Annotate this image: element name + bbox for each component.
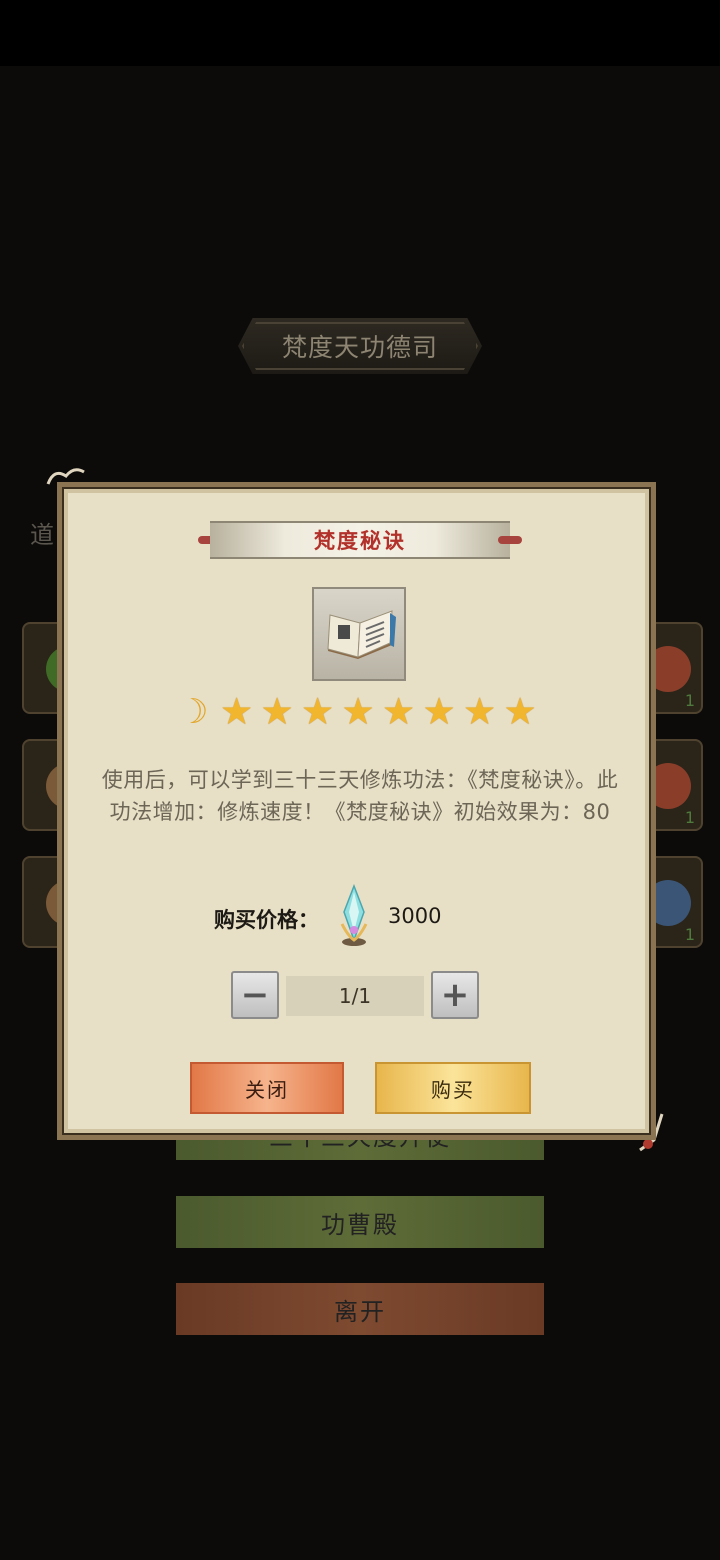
item-name: 梵度秘诀 [314, 529, 406, 553]
item-description: 使用后，可以学到三十三天修炼功法：《梵度秘诀》。此功法增加：修炼速度！《梵度秘诀… [101, 768, 619, 824]
item-icon-frame [312, 587, 406, 681]
crystal-gem-icon [334, 883, 374, 948]
item-rating: ☽ ★ ★ ★ ★ ★ ★ ★ ★ [176, 692, 546, 732]
item-count: 1 [684, 808, 695, 827]
merit-hall-button[interactable]: 功曹殿 [176, 1196, 544, 1248]
status-bar [0, 0, 720, 66]
buy-button-label: 购买 [431, 1077, 475, 1102]
quantity-field[interactable]: 1/1 [286, 976, 424, 1016]
star-icon: ★ [503, 690, 537, 733]
quantity-value: 1/1 [338, 984, 372, 1008]
hall-title-plaque: 梵度天功德司 [238, 318, 482, 374]
minus-icon: − [240, 975, 270, 1015]
side-label: 道 [30, 521, 54, 549]
increase-quantity-button[interactable]: + [431, 971, 479, 1019]
plus-icon: + [440, 975, 470, 1015]
close-button-label: 关闭 [245, 1077, 289, 1102]
item-count: 1 [684, 691, 695, 710]
item-count: 1 [684, 925, 695, 944]
price-label: 购买价格： [214, 908, 319, 932]
star-icon: ★ [382, 690, 416, 733]
star-icon: ★ [301, 690, 335, 733]
moon-icon: ☽ [178, 692, 209, 732]
star-icon: ★ [341, 690, 375, 733]
merit-hall-label: 功曹殿 [321, 1210, 399, 1239]
hall-title: 梵度天功德司 [281, 333, 438, 362]
leave-button[interactable]: 离开 [176, 1283, 544, 1335]
star-icon: ★ [422, 690, 456, 733]
close-button[interactable]: 关闭 [190, 1062, 344, 1114]
star-icon: ★ [220, 690, 254, 733]
decrease-quantity-button[interactable]: − [231, 971, 279, 1019]
buy-button[interactable]: 购买 [375, 1062, 531, 1114]
leave-label: 离开 [334, 1297, 386, 1326]
book-icon [327, 610, 396, 659]
price-value: 3000 [388, 904, 442, 928]
star-icon: ★ [463, 690, 497, 733]
star-icon: ★ [260, 690, 294, 733]
item-name-banner: 梵度秘诀 [198, 521, 522, 559]
